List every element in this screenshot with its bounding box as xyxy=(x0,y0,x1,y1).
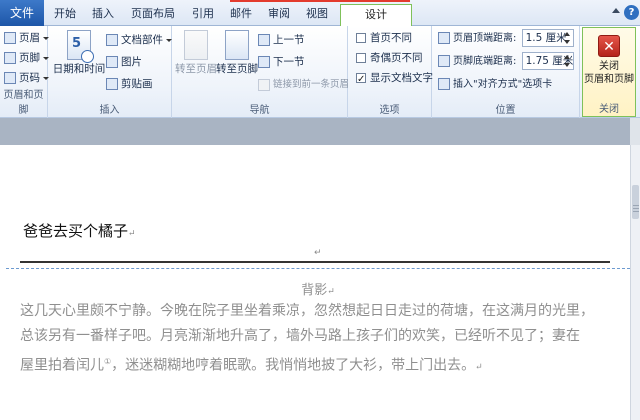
tab-design[interactable]: 设计 xyxy=(340,4,412,27)
checkbox-box-checked xyxy=(356,71,366,88)
odd-even-checkbox[interactable]: 奇偶页不同 xyxy=(356,50,423,67)
header-top-input[interactable]: 1.5 厘米 xyxy=(521,29,574,47)
goto-header-icon xyxy=(184,30,208,60)
header-icon xyxy=(4,32,16,44)
group-position: 页眉顶端距离: 1.5 厘米 页脚底端距离: 1.75 厘米 插入"对齐方式"选… xyxy=(432,26,580,118)
calendar-icon: 5 xyxy=(67,30,94,63)
group-label-navigation: 导航 xyxy=(249,105,270,116)
first-page-checkbox[interactable]: 首页不同 xyxy=(356,30,412,47)
goto-footer-icon xyxy=(225,30,249,60)
tab-file[interactable]: 文件 xyxy=(0,0,44,26)
tab-review[interactable]: 审阅 xyxy=(262,4,296,26)
picture-icon xyxy=(106,56,118,68)
link-icon xyxy=(258,78,270,91)
goto-header-button[interactable]: 转至页眉 xyxy=(174,30,218,76)
document-page: 爸爸去买个橘子↵ ↵ 背影↵ 这几天心里颇不宁静。今晚在院子里坐着乘凉，忽然想起… xyxy=(6,145,630,420)
prev-section-button[interactable]: 上一节 xyxy=(258,32,305,49)
arrow-up-icon xyxy=(258,34,270,46)
doc-parts-icon xyxy=(106,34,118,46)
next-section-button[interactable]: 下一节 xyxy=(258,54,305,71)
checkbox-box xyxy=(356,53,366,63)
group-header-footer: 页眉 页脚 页码 页眉和页脚 xyxy=(0,26,49,118)
scroll-tick xyxy=(633,208,639,209)
group-insert: 5 日期和时间 文档部件 图片 剪贴画 插入 xyxy=(48,26,172,118)
group-label-position: 位置 xyxy=(495,105,516,116)
close-header-footer-button[interactable]: ✕ 关闭 页眉和页脚 关闭 xyxy=(582,27,636,117)
paragraph-mark: ↵ xyxy=(314,248,322,258)
scroll-tick xyxy=(633,211,639,212)
body-line: 这几天心里颇不宁静。今晚在院子里坐着乘凉，忽然想起日日走过的荷塘，在这满月的光里… xyxy=(20,303,594,319)
picture-button[interactable]: 图片 xyxy=(106,54,142,71)
group-options: 首页不同 奇偶页不同 显示文档文字 选项 xyxy=(348,26,433,118)
close-icon: ✕ xyxy=(598,35,620,57)
tab-page-layout[interactable]: 页面布局 xyxy=(124,4,182,26)
document-backdrop xyxy=(0,118,640,145)
footer-button[interactable]: 页脚 xyxy=(4,50,49,67)
spinner-arrows-icon[interactable] xyxy=(563,54,572,68)
body-line: 屋里拍着闰儿①，迷迷糊糊地哼着眠歌。我悄悄地披了大衫，带上门出去。↵ xyxy=(20,357,483,374)
footer-bottom-distance: 页脚底端距离: 1.75 厘米 xyxy=(438,52,574,71)
footer-bottom-input[interactable]: 1.75 厘米 xyxy=(521,52,574,70)
tab-insert[interactable]: 插入 xyxy=(86,4,120,26)
header-rule xyxy=(20,261,610,263)
page-number-icon xyxy=(4,72,16,84)
scroll-tick xyxy=(633,205,639,206)
header-button[interactable]: 页眉 xyxy=(4,30,49,47)
minimize-ribbon-icon[interactable] xyxy=(612,8,620,13)
footer-distance-icon xyxy=(438,55,450,67)
group-navigation: 转至页眉 转至页脚 上一节 下一节 链接到前一条页眉 导航 xyxy=(172,26,349,118)
align-tab-icon xyxy=(438,78,450,90)
show-text-checkbox[interactable]: 显示文档文字 xyxy=(356,70,433,88)
tab-home[interactable]: 开始 xyxy=(48,4,82,26)
scroll-up-area[interactable] xyxy=(630,118,640,145)
header-distance-icon xyxy=(438,32,450,44)
close-label: 关闭 页眉和页脚 xyxy=(584,61,634,85)
clipart-button[interactable]: 剪贴画 xyxy=(106,76,153,93)
group-label-close: 关闭 xyxy=(599,104,619,115)
doc-parts-button[interactable]: 文档部件 xyxy=(106,32,172,49)
body-line: 总该另有一番样子吧。月亮渐渐地升高了，墙外马路上孩子们的欢笑，已经听不见了；妻在 xyxy=(20,328,580,344)
tab-view[interactable]: 视图 xyxy=(300,4,334,26)
clock-icon xyxy=(81,50,94,63)
help-icon[interactable]: ? xyxy=(624,5,639,20)
header-boundary-line xyxy=(6,268,630,269)
tab-mailings[interactable]: 邮件 xyxy=(224,4,258,26)
page-number-button[interactable]: 页码 xyxy=(4,70,49,87)
header-top-distance: 页眉顶端距离: 1.5 厘米 xyxy=(438,29,574,48)
datetime-button[interactable]: 5 日期和时间 xyxy=(52,30,106,76)
footer-icon xyxy=(4,52,16,64)
help-area: ? xyxy=(610,4,640,22)
link-previous-button[interactable]: 链接到前一条页眉 xyxy=(258,76,349,93)
scrollbar-thumb[interactable] xyxy=(632,185,639,219)
document-body: 这几天心里颇不宁静。今晚在院子里坐着乘凉，忽然想起日日走过的荷塘，在这满月的光里… xyxy=(20,299,618,381)
tab-references[interactable]: 引用 xyxy=(186,4,220,26)
ribbon-tab-bar: 文件 开始 插入 页面布局 引用 邮件 审阅 视图 设计 ? xyxy=(0,0,640,27)
header-area[interactable]: 爸爸去买个橘子↵ xyxy=(23,220,136,241)
group-label-insert: 插入 xyxy=(99,105,120,116)
ribbon: 页眉 页脚 页码 页眉和页脚 5 日期和时间 文档部件 图片 剪贴画 插入 转至… xyxy=(0,26,640,118)
goto-footer-button[interactable]: 转至页脚 xyxy=(216,30,258,76)
insert-align-tab-button[interactable]: 插入"对齐方式"选项卡 xyxy=(438,76,552,93)
document-title: 背影↵ xyxy=(301,283,335,298)
group-label-header-footer: 页眉和页脚 xyxy=(3,90,44,116)
clipart-icon xyxy=(106,78,118,90)
vertical-scrollbar[interactable] xyxy=(630,145,640,420)
context-tab-strip xyxy=(230,0,410,2)
checkbox-box xyxy=(356,33,366,43)
group-label-options: 选项 xyxy=(379,105,400,116)
arrow-down-icon xyxy=(258,56,270,68)
spinner-arrows-icon[interactable] xyxy=(563,31,572,45)
